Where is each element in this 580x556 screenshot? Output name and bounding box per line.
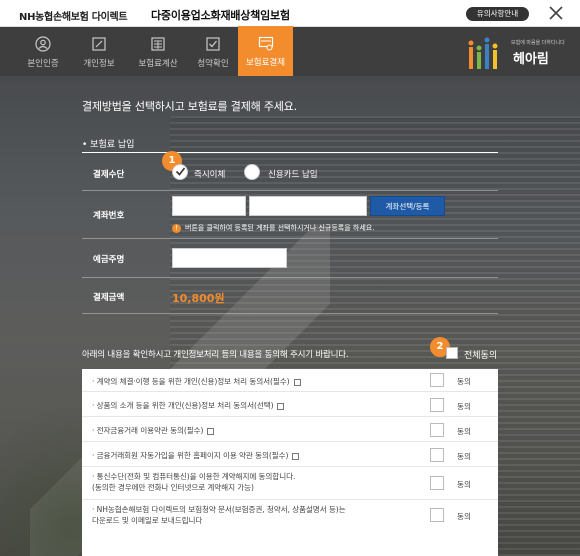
agreement-checkbox[interactable] xyxy=(430,373,444,387)
brand-name: NH농협손해보험 다이렉트 xyxy=(19,12,128,23)
agreement-agree-label: 동의 xyxy=(457,480,471,489)
account-select-button[interactable]: 계좌선택/등록 xyxy=(370,196,445,216)
company-logo: 보험에 마음을 더하다니다 헤아림 xyxy=(466,33,576,73)
external-link-icon[interactable] xyxy=(207,427,215,435)
step-label: 보험료결제 xyxy=(245,58,286,68)
step-navigation: 본인인증 개인정보 보험료계산 청약확인 보험료결제 보험에 마음을 더하다니다… xyxy=(0,26,580,76)
step-label: 보험료계산 xyxy=(138,59,178,69)
payment-method-label: 결제수단 xyxy=(93,170,125,180)
account-number-label: 계좌번호 xyxy=(93,211,125,221)
agreement-agree-label: 동의 xyxy=(457,402,471,411)
agreement-checkbox[interactable] xyxy=(430,448,444,462)
notice-button[interactable]: 유의사항안내 xyxy=(466,7,529,21)
calculator-icon xyxy=(151,37,165,51)
close-icon[interactable] xyxy=(546,3,566,23)
agreement-text[interactable]: · 상품의 소개 등을 위한 개인(신용)정보 처리 동의서(선택) xyxy=(92,400,285,411)
agreement-intro: 아래의 내용을 확인하시고 개인정보처리 등의 내용을 동의해 주시기 바랍니다… xyxy=(82,350,349,360)
agreement-text: · 통신수단(전화 및 컴퓨터통신)을 이용한 계약해지에 동의합니다. (동의한… xyxy=(92,472,296,492)
instruction-headline: 결제방법을 선택하시고 보험료를 결제해 주세요. xyxy=(82,100,297,113)
agreement-item: · 통신수단(전화 및 컴퓨터통신)을 이용한 계약해지에 동의합니다. (동의한… xyxy=(82,467,498,500)
page-title: 다중이용업소화재배상책임보험 xyxy=(151,9,290,22)
step-identity[interactable]: 본인인증 xyxy=(14,27,72,76)
step-label: 개인정보 xyxy=(83,59,115,69)
agreement-text[interactable]: · 계약의 체결·이행 등을 위한 개인(신용)정보 처리 동의서(필수) xyxy=(92,376,301,387)
logo-word: 헤아림 xyxy=(513,52,549,67)
agreement-agree-label: 동의 xyxy=(457,377,471,386)
step-premium-calc[interactable]: 보험료계산 xyxy=(129,27,187,76)
account-hint: ! 버튼을 클릭하여 등록된 계좌를 선택하시거나 신규등록을 하세요. xyxy=(172,223,374,233)
agreement-checkbox[interactable] xyxy=(430,476,444,490)
payment-amount-value: 10,800원 xyxy=(172,292,225,305)
account-bank-field[interactable] xyxy=(172,196,246,216)
account-number-field[interactable] xyxy=(249,196,367,216)
person-icon xyxy=(35,36,51,52)
account-holder-field[interactable] xyxy=(172,248,287,268)
agreement-item: · 전자금융거래 이용약관 동의(필수) 동의 xyxy=(82,417,498,442)
agreement-item: · 상품의 소개 등을 위한 개인(신용)정보 처리 동의서(선택) 동의 xyxy=(82,392,498,417)
agreement-item: · 계약의 체결·이행 등을 위한 개인(신용)정보 처리 동의서(필수) 동의 xyxy=(82,369,498,392)
account-holder-label: 예금주명 xyxy=(93,255,125,265)
agreement-text: · NH농협손해보험 다이렉트의 보험청약 문서(보험증권, 청약서, 상품설명… xyxy=(92,505,346,525)
agreement-list: · 계약의 체결·이행 등을 위한 개인(신용)정보 처리 동의서(필수) 동의… xyxy=(82,369,498,556)
radio-credit-card[interactable] xyxy=(244,164,260,180)
edit-icon xyxy=(92,37,106,51)
agreement-agree-label: 동의 xyxy=(457,427,471,436)
account-hint-text: 버튼을 클릭하여 등록된 계좌를 선택하시거나 신규등록을 하세요. xyxy=(185,224,375,232)
title-bar: NH농협손해보험 다이렉트 다중이용업소화재배상책임보험 유의사항안내 xyxy=(0,0,580,27)
external-link-icon[interactable] xyxy=(293,378,301,386)
agreement-agree-label: 동의 xyxy=(457,452,471,461)
radio-credit-card-label: 신용카드 납입 xyxy=(268,170,318,180)
external-link-icon[interactable] xyxy=(292,452,300,460)
logo-slogan: 보험에 마음을 더하다니다 xyxy=(511,40,565,46)
agree-all-checkbox[interactable] xyxy=(446,347,458,359)
agreement-item: · 금융거래회원 자동가입을 위한 홈페이지 이용 약관 동의(필수) 동의 xyxy=(82,442,498,467)
step-personal-info[interactable]: 개인정보 xyxy=(73,27,125,76)
payment-icon xyxy=(258,36,273,51)
checkbox-icon xyxy=(206,37,220,51)
agreement-text[interactable]: · 전자금융거래 이용약관 동의(필수) xyxy=(92,425,215,436)
agreement-item: · NH농협손해보험 다이렉트의 보험청약 문서(보험증권, 청약서, 상품설명… xyxy=(82,500,498,534)
agreement-checkbox[interactable] xyxy=(430,398,444,412)
agreement-text[interactable]: · 금융거래회원 자동가입을 위한 홈페이지 이용 약관 동의(필수) xyxy=(92,450,300,461)
step-label: 청약확인 xyxy=(197,59,229,69)
radio-instant-transfer-label: 즉시이체 xyxy=(194,170,226,180)
step-label: 본인인증 xyxy=(27,59,59,69)
payment-amount-label: 결제금액 xyxy=(93,293,125,303)
agreement-checkbox[interactable] xyxy=(430,423,444,437)
step-application-confirm[interactable]: 청약확인 xyxy=(187,27,239,76)
radio-instant-transfer[interactable] xyxy=(172,164,188,180)
step-payment[interactable]: 보험료결제 xyxy=(238,26,293,76)
agreement-agree-label: 동의 xyxy=(457,512,471,521)
section-title: • 보험료 납입 xyxy=(82,140,135,150)
check-icon xyxy=(175,167,186,176)
logo-icon xyxy=(468,37,498,69)
section-divider xyxy=(82,152,498,153)
warning-icon: ! xyxy=(172,223,181,233)
external-link-icon[interactable] xyxy=(277,402,285,410)
agreement-checkbox[interactable] xyxy=(430,508,444,522)
agree-all-label: 전체동의 xyxy=(464,351,498,361)
